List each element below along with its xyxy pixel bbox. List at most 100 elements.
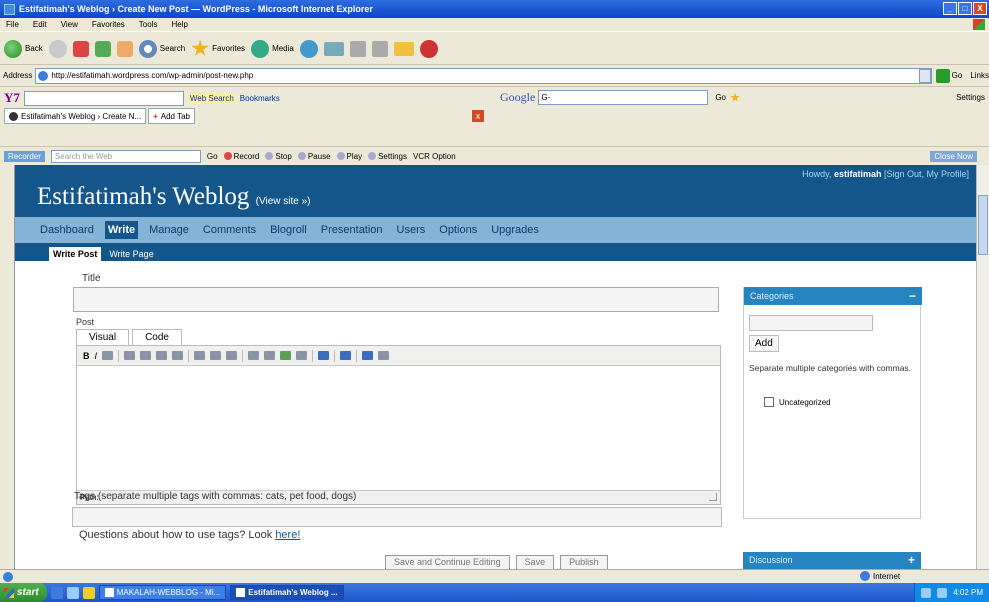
nav-upgrades[interactable]: Upgrades <box>488 221 542 239</box>
save-continue-button[interactable]: Save and Continue Editing <box>385 555 510 569</box>
print-icon[interactable] <box>349 40 366 57</box>
yahoo-search-input[interactable] <box>23 90 184 106</box>
refresh-icon[interactable] <box>94 40 111 57</box>
address-dropdown[interactable] <box>918 68 931 83</box>
nav-blogroll[interactable]: Blogroll <box>267 221 310 239</box>
pause-button[interactable]: Pause <box>297 152 331 161</box>
nav-users[interactable]: Users <box>394 221 429 239</box>
scrollbar-thumb[interactable] <box>978 195 988 255</box>
username[interactable]: estifatimah <box>834 169 882 179</box>
tab-close-icon[interactable]: x <box>472 110 484 122</box>
history-icon[interactable] <box>299 39 318 58</box>
recorder-settings-button[interactable]: Settings <box>368 152 407 161</box>
category-item-uncategorized[interactable]: Uncategorized <box>764 397 831 407</box>
view-site-link[interactable]: (View site ») <box>256 196 311 207</box>
minimize-button[interactable]: _ <box>943 2 957 15</box>
favorites-button[interactable]: Favorites <box>191 39 245 58</box>
record-button[interactable]: Record <box>223 152 259 161</box>
menu-help[interactable]: Help <box>171 20 187 29</box>
nav-manage[interactable]: Manage <box>146 221 192 239</box>
unlink-icon[interactable] <box>264 351 276 360</box>
tab-current[interactable]: Estifatimah's Weblog › Create N... <box>4 108 147 124</box>
yahoo-web-search-button[interactable]: Web Search <box>187 93 236 103</box>
mail-icon[interactable] <box>323 41 344 56</box>
taskbar-item-weblog[interactable]: Estifatimah's Weblog ... <box>230 585 344 600</box>
tray-network-icon[interactable] <box>921 587 932 598</box>
menu-tools[interactable]: Tools <box>139 20 158 29</box>
links-button[interactable]: Links <box>970 71 989 80</box>
add-category-button[interactable]: Add <box>749 335 779 352</box>
recorder-search-input[interactable]: Search the Web <box>50 149 201 163</box>
quicklaunch-folder-icon[interactable] <box>82 586 95 599</box>
bullet-list-icon[interactable] <box>124 351 136 360</box>
close-button[interactable]: X <box>973 2 987 15</box>
align-left-icon[interactable] <box>194 351 206 360</box>
recorder-brand[interactable]: Recorder <box>4 150 45 162</box>
bold-icon[interactable]: B <box>83 351 90 361</box>
tab-visual[interactable]: Visual <box>76 329 130 345</box>
link-icon[interactable] <box>248 351 260 360</box>
title-input[interactable] <box>73 287 719 312</box>
menu-edit[interactable]: Edit <box>33 20 47 29</box>
vcr-option-button[interactable]: VCR Option <box>413 152 456 161</box>
menu-file[interactable]: File <box>6 20 19 29</box>
menu-view[interactable]: View <box>61 20 78 29</box>
messenger-icon[interactable] <box>419 39 438 58</box>
taskbar-item-makalah[interactable]: MAKALAH-WEBBLOG - Mi... <box>98 585 227 600</box>
quicklaunch-ie-icon[interactable] <box>50 586 63 599</box>
yahoo-bookmarks-button[interactable]: Bookmarks <box>240 94 280 103</box>
search-button[interactable]: Search <box>138 39 185 58</box>
spellcheck-icon[interactable] <box>318 351 330 360</box>
advanced-toolbar-icon[interactable] <box>378 351 390 360</box>
tags-input[interactable] <box>72 507 722 527</box>
go-button[interactable]: Go <box>935 68 962 83</box>
google-go-button[interactable]: Go <box>715 93 726 102</box>
align-right-icon[interactable] <box>226 351 238 360</box>
subnav-write-post[interactable]: Write Post <box>49 247 102 261</box>
back-button[interactable]: Back <box>4 39 43 58</box>
more-tag-icon[interactable] <box>296 351 308 360</box>
italic-icon[interactable]: I <box>95 351 98 361</box>
nav-presentation[interactable]: Presentation <box>318 221 386 239</box>
nav-write[interactable]: Write <box>104 221 139 239</box>
subnav-write-page[interactable]: Write Page <box>105 247 157 261</box>
help-icon[interactable] <box>362 351 374 360</box>
quicklaunch-desktop-icon[interactable] <box>66 586 79 599</box>
publish-button[interactable]: Publish <box>560 555 608 569</box>
discussion-header[interactable]: Discussion + <box>743 552 921 569</box>
tray-volume-icon[interactable] <box>937 587 948 598</box>
post-editor[interactable]: B I Path: <box>76 345 721 505</box>
google-search-input[interactable]: G- <box>538 90 709 105</box>
forward-button[interactable] <box>48 39 67 58</box>
resize-grip-icon[interactable] <box>709 493 717 501</box>
google-settings-button[interactable]: Settings <box>956 93 985 102</box>
media-button[interactable]: Media <box>251 39 294 58</box>
nav-comments[interactable]: Comments <box>200 221 259 239</box>
strikethrough-icon[interactable] <box>102 351 114 360</box>
edit-icon[interactable] <box>371 40 388 57</box>
tab-code[interactable]: Code <box>132 329 182 345</box>
categories-header[interactable]: Categories − <box>744 287 922 305</box>
play-button[interactable]: Play <box>336 152 362 161</box>
save-button[interactable]: Save <box>515 555 555 569</box>
stop-recording-button[interactable]: Stop <box>265 152 292 161</box>
yahoo-logo[interactable]: Y7 <box>4 90 20 106</box>
page-scrollbar[interactable] <box>976 165 989 569</box>
folder-icon[interactable] <box>393 41 414 56</box>
home-icon[interactable] <box>116 40 133 57</box>
new-category-input[interactable] <box>749 315 873 331</box>
outdent-icon[interactable] <box>156 351 168 360</box>
stop-icon[interactable] <box>72 40 89 57</box>
address-field[interactable]: http://estifatimah.wordpress.com/wp-admi… <box>35 67 932 84</box>
fullscreen-icon[interactable] <box>340 351 352 360</box>
numbered-list-icon[interactable] <box>140 351 152 360</box>
image-icon[interactable] <box>280 351 292 360</box>
add-tab-button[interactable]: + Add Tab <box>148 108 195 124</box>
maximize-button[interactable]: □ <box>958 2 972 15</box>
indent-icon[interactable] <box>172 351 184 360</box>
user-links[interactable]: [Sign Out, My Profile] <box>884 169 969 179</box>
nav-dashboard[interactable]: Dashboard <box>37 221 97 239</box>
bookmark-star-icon[interactable] <box>730 92 740 102</box>
align-center-icon[interactable] <box>210 351 222 360</box>
expand-icon[interactable]: + <box>908 552 915 569</box>
